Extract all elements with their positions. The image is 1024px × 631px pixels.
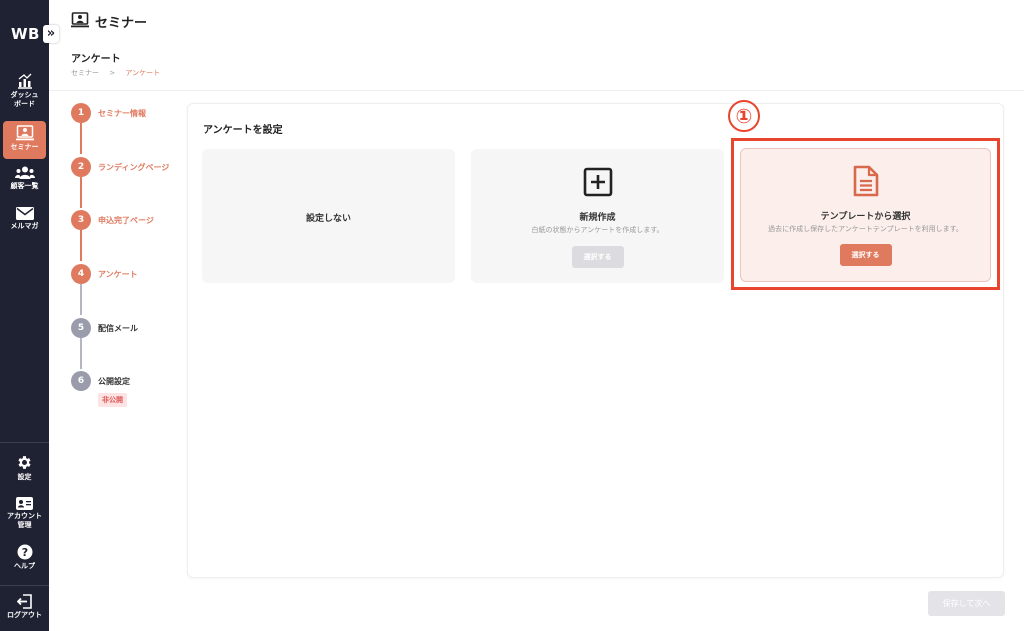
header-title: セミナー	[95, 16, 148, 31]
logo-text: WB	[11, 25, 40, 43]
step-number: 2	[71, 157, 91, 177]
breadcrumb-parent[interactable]: セミナー	[71, 69, 99, 77]
step-connector	[80, 177, 82, 208]
sidebar: WB ダッシュ ボード セミナー 顧客一覧 メルマガ 設定 アカウント 管理 ?…	[0, 0, 49, 631]
step-number: 1	[71, 103, 91, 123]
step-connector	[80, 230, 82, 261]
logout-icon	[16, 594, 32, 609]
save-and-next-button[interactable]: 保存して次へ	[928, 591, 1005, 616]
help-icon: ?	[17, 544, 32, 560]
step-label: ランディングページ	[98, 163, 170, 172]
sidebar-item-seminar[interactable]: セミナー	[3, 121, 46, 159]
annotation-number: ①	[728, 100, 760, 132]
sidebar-item-label: ダッシュ ボード	[10, 91, 39, 108]
sidebar-item-dashboard[interactable]: ダッシュ ボード	[3, 73, 46, 117]
sidebar-item-account[interactable]: アカウント 管理	[3, 497, 46, 535]
select-new-button[interactable]: 選択する	[571, 246, 624, 268]
logo[interactable]: WB	[0, 22, 49, 46]
sidebar-item-customers[interactable]: 顧客一覧	[3, 166, 46, 196]
sidebar-divider	[0, 442, 49, 443]
step-label: 公開設定	[98, 377, 130, 386]
annotation-highlight	[731, 138, 1000, 290]
sidebar-item-label: 顧客一覧	[10, 182, 39, 190]
breadcrumb-separator: >	[109, 69, 116, 77]
sidebar-item-help[interactable]: ? ヘルプ	[3, 544, 46, 574]
option-title: 新規作成	[579, 213, 616, 223]
status-badge: 非公開	[98, 393, 127, 407]
sidebar-item-label: ログアウト	[7, 611, 42, 619]
step-label: アンケート	[98, 270, 138, 279]
sidebar-item-label: ヘルプ	[14, 562, 35, 570]
step-connector	[80, 123, 82, 154]
expand-sidebar-button[interactable]: »	[43, 25, 59, 43]
sidebar-item-mailmag[interactable]: メルマガ	[3, 207, 46, 237]
option-card-new[interactable]: 新規作成 白紙の状態からアンケートを作成します。 選択する	[471, 149, 724, 283]
seminar-icon	[15, 125, 34, 141]
step-number: 3	[71, 210, 91, 230]
gear-icon	[18, 456, 31, 469]
account-card-icon	[16, 497, 33, 510]
step-label: セミナー情報	[98, 109, 146, 118]
users-icon	[14, 166, 35, 179]
plus-square-icon	[583, 167, 612, 197]
mail-icon	[15, 207, 34, 220]
sidebar-item-logout[interactable]: ログアウト	[3, 594, 46, 624]
panel-title: アンケートを設定	[203, 125, 283, 136]
step-label: 申込完了ページ	[98, 216, 154, 225]
sidebar-item-label: アカウント 管理	[7, 512, 42, 529]
step-label: 配信メール	[98, 324, 138, 333]
sidebar-item-label: メルマガ	[10, 222, 39, 230]
step-connector	[80, 338, 82, 369]
header-divider	[49, 90, 1024, 91]
option-card-none[interactable]: 設定しない	[202, 149, 455, 283]
step-number: 4	[71, 264, 91, 284]
option-description: 白紙の状態からアンケートを作成します。	[531, 226, 664, 234]
chart-icon	[17, 73, 32, 89]
step-number: 6	[71, 371, 91, 391]
svg-text:?: ?	[21, 546, 27, 559]
step-number: 5	[71, 318, 91, 338]
step-connector	[80, 284, 82, 315]
breadcrumb: セミナー > アンケート	[71, 68, 160, 78]
sidebar-divider	[0, 585, 49, 586]
option-label: 設定しない	[305, 214, 351, 224]
seminar-icon	[71, 12, 89, 28]
sidebar-item-label: 設定	[17, 473, 32, 481]
breadcrumb-current: アンケート	[125, 69, 161, 77]
page-title: アンケート	[71, 54, 121, 65]
sidebar-item-settings[interactable]: 設定	[3, 454, 46, 486]
sidebar-item-label: セミナー	[10, 143, 39, 151]
